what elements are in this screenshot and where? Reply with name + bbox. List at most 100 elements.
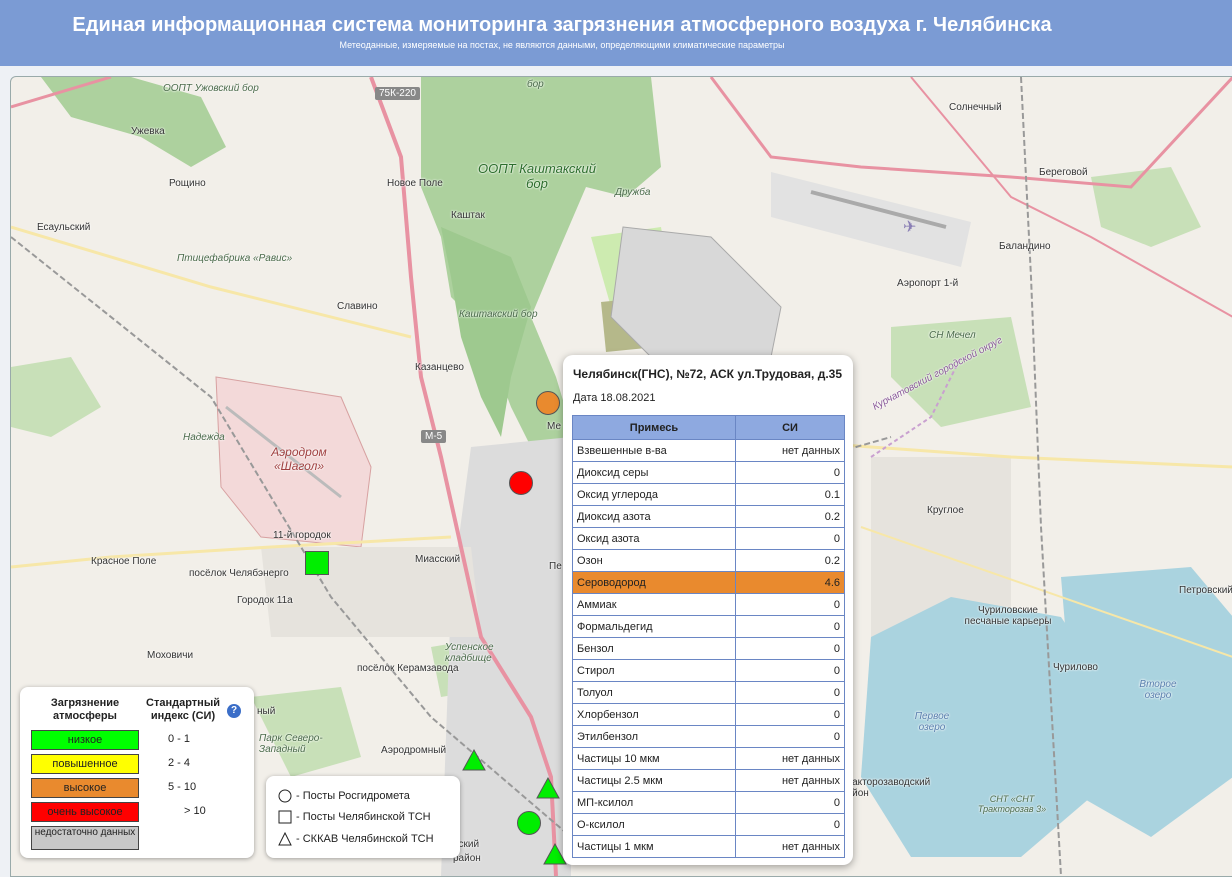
map-label: Чурилово [1053, 662, 1098, 673]
pollutant-si-value: 0 [735, 659, 845, 682]
map-label: Моховичи [147, 650, 194, 661]
pollutant-si-value: 0 [735, 527, 845, 550]
map-label: Новое Поле [387, 178, 443, 189]
pollutant-row: Диоксид серы 0 [572, 461, 845, 484]
map-label: Миасский [415, 554, 461, 565]
map-label: ООПТ Каштакский бор [478, 161, 596, 191]
map-label: Береговой [1039, 167, 1088, 178]
pollutant-row: Частицы 2.5 мкм нет данных [572, 769, 845, 792]
map-label: СНТ «СНТ Тракторозав 3» [977, 794, 1047, 814]
pollutant-si-value: нет данных [735, 747, 845, 770]
pollutant-si-value: 0 [735, 791, 845, 814]
pollutant-row: МП-ксилол 0 [572, 791, 845, 814]
map-label: посёлок Керамзавода [357, 663, 459, 674]
map-label: Пе [549, 561, 562, 572]
map-label: Надежда [183, 432, 225, 443]
page-subtitle: Метеоданные, измеряемые на постах, не яв… [339, 40, 785, 50]
square-icon [278, 810, 292, 824]
legend-level-high: высокое [31, 778, 139, 798]
pollutant-row: Частицы 10 мкм нет данных [572, 747, 845, 770]
post-marker-high[interactable] [536, 391, 560, 415]
pollutant-row: Диоксид азота 0.2 [572, 505, 845, 528]
map-label: Каштакский бор [459, 309, 538, 320]
map-label: Птицефабрика «Равис» [177, 253, 293, 264]
legend-level-elevated: повышенное [31, 754, 139, 774]
triangle-icon [278, 832, 292, 846]
skkav-marker-low[interactable] [536, 777, 560, 799]
pollutant-si-value: нет данных [735, 769, 845, 792]
map-label: Ужевка [131, 126, 165, 137]
pollutant-row: Оксид азота 0 [572, 527, 845, 550]
map-label: Аэродромный [381, 745, 447, 756]
pollutant-name: Диоксид азота [572, 505, 736, 528]
pollutant-name: О-ксилол [572, 813, 736, 836]
pollutant-row: Толуол 0 [572, 681, 845, 704]
popup-title: Челябинск(ГНС), №72, АСК ул.Трудовая, д.… [573, 367, 843, 381]
pollutant-si-value: 0 [735, 593, 845, 616]
pollutant-name: Сероводород [572, 571, 736, 594]
tsn-marker-low[interactable] [305, 551, 329, 575]
circle-icon [278, 789, 292, 803]
col-header-si: СИ [735, 415, 845, 440]
pollutant-si-value: 0 [735, 681, 845, 704]
pollutant-name: Бензол [572, 637, 736, 660]
pollutant-name: Стирол [572, 659, 736, 682]
pollutant-name: Этилбензол [572, 725, 736, 748]
road-shield: 75К-220 [375, 87, 420, 100]
map-label: Аэропорт 1-й [897, 278, 959, 289]
pollutant-row: О-ксилол 0 [572, 813, 845, 836]
legend-level-no-data: недостаточно данных [31, 826, 139, 850]
pollutant-row: Аммиак 0 [572, 593, 845, 616]
pollutant-si-value: 0 [735, 637, 845, 660]
pollutant-name: Частицы 1 мкм [572, 835, 736, 858]
pollutant-si-value: нет данных [735, 835, 845, 858]
skkav-marker-low[interactable] [462, 749, 486, 771]
posts-legend: - Посты Росгидромета - Посты Челябинской… [266, 776, 460, 858]
pollutant-name: Толуол [572, 681, 736, 704]
page-title: Единая информационная система мониторинг… [72, 14, 1052, 36]
pollutant-name: Хлорбензол [572, 703, 736, 726]
map-label: Тракторозаводский район [841, 777, 931, 799]
pollutant-si-value: 0 [735, 703, 845, 726]
help-icon[interactable]: ? [227, 704, 241, 718]
map-label: Каштак [451, 210, 485, 221]
pollutant-name: Оксид углерода [572, 483, 736, 506]
legend-col-si: Стандартный индекс (СИ) [146, 697, 220, 722]
map-label: посёлок Челябэнерго [189, 568, 289, 579]
map-label: Второе озеро [1139, 679, 1177, 701]
map-label: Чуриловские песчаные карьеры [964, 605, 1052, 627]
map-label: Городок 11а [237, 595, 293, 606]
pollutant-si-value: нет данных [735, 439, 845, 462]
map-label: СН Мечел [929, 330, 976, 341]
pollutant-row: Озон 0.2 [572, 549, 845, 572]
legend-tsn-label: - Посты Челябинской ТСН [296, 811, 431, 823]
map-label: Дружба [615, 187, 651, 198]
map-label: Рощино [169, 178, 206, 189]
pollutant-row: Оксид углерода 0.1 [572, 483, 845, 506]
map-label: Есаульский [37, 222, 91, 233]
pollutant-name: Взвешенные в-ва [572, 439, 736, 462]
col-header-substance: Примесь [572, 415, 736, 440]
pollutant-si-value: 0 [735, 615, 845, 638]
pollutant-row: Этилбензол 0 [572, 725, 845, 748]
pollutant-si-value: 0.2 [735, 505, 845, 528]
post-marker-very-high[interactable] [509, 471, 533, 495]
map-label: Парк Северо-Западный [259, 733, 323, 755]
pollutant-si-value: 0.2 [735, 549, 845, 572]
legend-level-very-high: очень высокое [31, 802, 139, 822]
pollutant-name: Оксид азота [572, 527, 736, 550]
pollutant-si-value: 0 [735, 725, 845, 748]
post-marker-low[interactable] [517, 811, 541, 835]
legend-no-data-label: недостаточно данных [34, 827, 136, 838]
pollutant-row: Частицы 1 мкм нет данных [572, 835, 845, 858]
map-label: Красное Поле [91, 556, 157, 567]
map-label: ООПТ Ужовский бор [163, 83, 259, 94]
pollutant-si-value: 0 [735, 461, 845, 484]
map-label: Аэродром «Шагол» [271, 445, 327, 473]
pollutant-name: МП-ксилол [572, 791, 736, 814]
pollutant-si-value: 0.1 [735, 483, 845, 506]
legend-range: 2 - 4 [168, 757, 191, 769]
airport-icon: ✈ [903, 219, 917, 236]
station-popup[interactable]: Челябинск(ГНС), №72, АСК ул.Трудовая, д.… [563, 355, 853, 865]
pollutant-name: Частицы 10 мкм [572, 747, 736, 770]
